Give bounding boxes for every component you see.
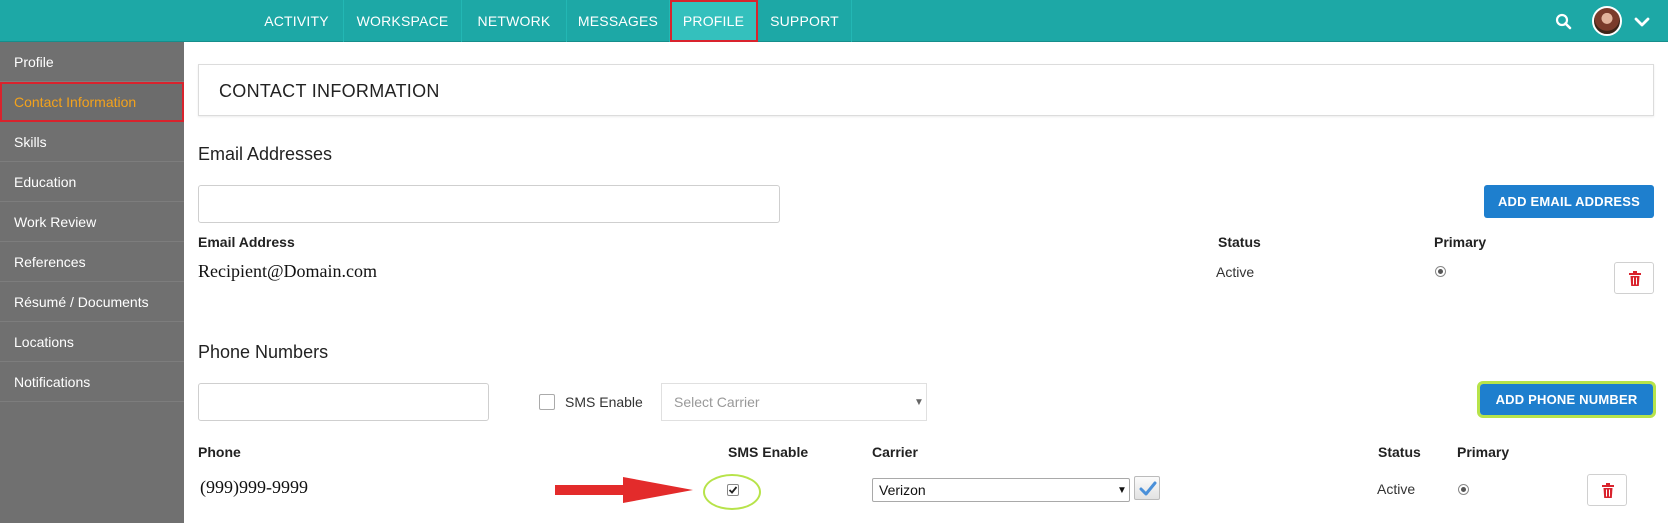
email-section-title: Email Addresses [198, 144, 333, 164]
sidebar-item-resume-documents[interactable]: Résumé / Documents [0, 282, 184, 322]
sms-enable-label: SMS Enable [565, 394, 643, 410]
sidebar-item-locations[interactable]: Locations [0, 322, 184, 362]
caret-down-icon: ▼ [914, 397, 924, 408]
trash-icon [1602, 483, 1614, 498]
email-input[interactable] [198, 185, 780, 223]
sidebar-item-profile[interactable]: Profile [0, 42, 184, 82]
carrier-select[interactable]: Select Carrier ▼ [661, 383, 927, 421]
row-carrier-value: Verizon [879, 482, 926, 498]
add-phone-number-button[interactable]: ADD PHONE NUMBER [1477, 381, 1656, 418]
phone-primary-radio[interactable] [1458, 484, 1469, 495]
phone-status-value: Active [1377, 481, 1416, 497]
red-arrow-annotation [555, 477, 693, 503]
phone-section-title: Phone Numbers [198, 342, 329, 362]
email-address-value: Recipient@Domain.com [198, 261, 378, 281]
nav-support[interactable]: SUPPORT [758, 0, 852, 42]
carrier-select-placeholder: Select Carrier [674, 394, 760, 410]
check-icon [1139, 481, 1157, 496]
sidebar: Profile Contact Information Skills Educa… [0, 42, 184, 523]
phone-number-value: (999)999-9999 [200, 477, 308, 497]
phone-col-phone: Phone [198, 444, 241, 460]
email-status-value: Active [1216, 264, 1255, 280]
sidebar-item-references[interactable]: References [0, 242, 184, 282]
nav-workspace[interactable]: WORKSPACE [344, 0, 462, 42]
add-email-address-button[interactable]: ADD EMAIL ADDRESS [1484, 185, 1654, 218]
chevron-down-icon[interactable] [1633, 13, 1651, 31]
delete-phone-button[interactable] [1587, 474, 1627, 506]
phone-col-primary: Primary [1457, 444, 1510, 460]
caret-down-icon: ▼ [1117, 485, 1127, 496]
delete-email-button[interactable] [1614, 262, 1654, 294]
search-icon[interactable] [1554, 12, 1574, 32]
phone-col-status: Status [1378, 444, 1421, 460]
page-title: CONTACT INFORMATION [219, 81, 440, 101]
top-nav: ACTIVITY WORKSPACE NETWORK MESSAGES PROF… [0, 0, 1668, 42]
avatar[interactable] [1592, 6, 1622, 36]
email-primary-radio[interactable] [1435, 266, 1446, 277]
sms-enable-checkbox[interactable] [539, 394, 555, 410]
nav-activity[interactable]: ACTIVITY [250, 0, 344, 42]
page-header: CONTACT INFORMATION [198, 64, 1654, 116]
sidebar-item-contact-information[interactable]: Contact Information [0, 82, 184, 122]
sidebar-item-work-review[interactable]: Work Review [0, 202, 184, 242]
confirm-carrier-button[interactable] [1134, 476, 1160, 500]
email-col-primary: Primary [1434, 234, 1487, 250]
email-col-status: Status [1218, 234, 1261, 250]
phone-input[interactable] [198, 383, 489, 421]
nav-profile[interactable]: PROFILE [670, 0, 758, 42]
row-carrier-select[interactable]: Verizon ▼ [872, 478, 1130, 502]
sidebar-item-education[interactable]: Education [0, 162, 184, 202]
sidebar-item-skills[interactable]: Skills [0, 122, 184, 162]
email-col-address: Email Address [198, 234, 295, 250]
sidebar-item-notifications[interactable]: Notifications [0, 362, 184, 402]
checkmark-icon [728, 486, 738, 494]
trash-icon [1629, 271, 1641, 286]
row-sms-enabled-checkbox[interactable] [727, 484, 739, 496]
phone-col-sms: SMS Enable [728, 444, 809, 460]
phone-col-carrier: Carrier [872, 444, 918, 460]
nav-messages[interactable]: MESSAGES [567, 0, 670, 42]
nav-network[interactable]: NETWORK [462, 0, 567, 42]
